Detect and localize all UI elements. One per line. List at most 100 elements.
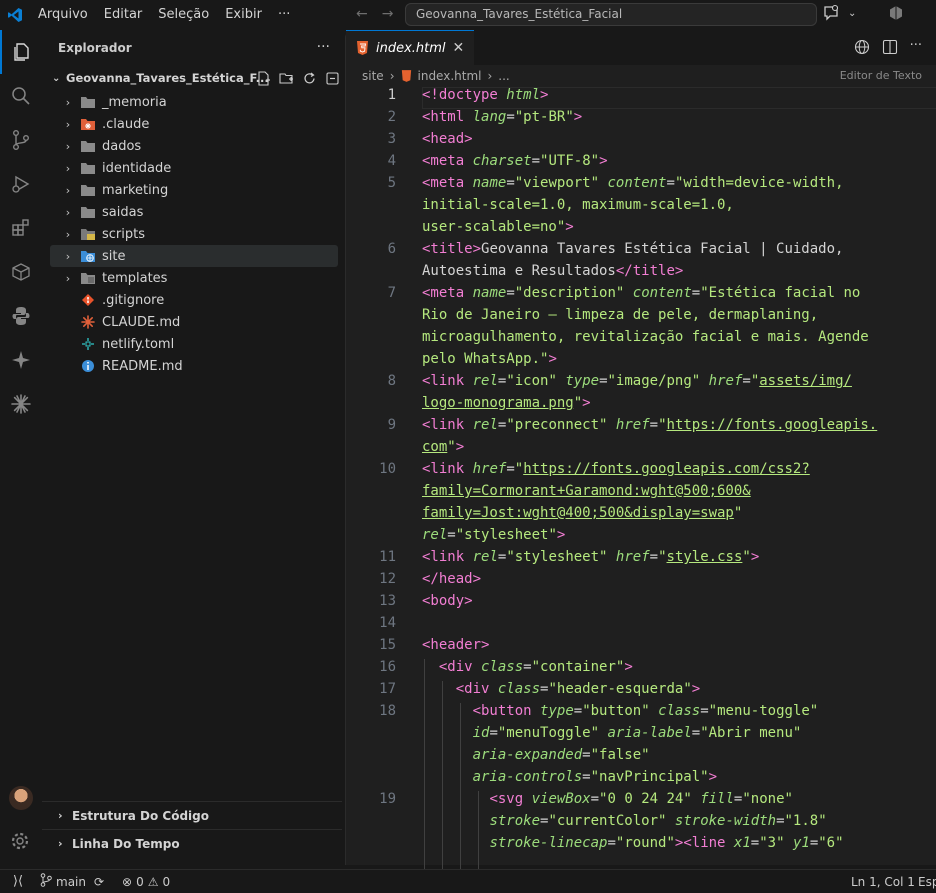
refresh-icon[interactable]: [302, 71, 317, 86]
chevron-right-icon: ›: [65, 139, 71, 153]
tree-item-saidas[interactable]: › saidas: [50, 201, 338, 223]
error-count[interactable]: 0: [136, 875, 144, 889]
tree-item-label: README.md: [102, 358, 183, 374]
error-icon[interactable]: ⊗: [122, 875, 132, 889]
code-line: <head>: [422, 131, 473, 147]
search-icon[interactable]: [0, 74, 42, 118]
close-icon[interactable]: ✕: [453, 40, 465, 56]
settings-gear-icon[interactable]: [9, 830, 31, 856]
more-actions-icon[interactable]: ···: [317, 39, 330, 55]
tree-item-label: _memoria: [102, 94, 167, 110]
tree-item-identidade[interactable]: › identidade: [50, 157, 338, 179]
line-number: 4: [387, 153, 396, 169]
more-actions-icon[interactable]: ···: [910, 39, 922, 55]
code-line: <link href="https://fonts.googleapis.com…: [422, 461, 810, 477]
tree-item-templates[interactable]: › templates: [50, 267, 338, 289]
copilot-sparkle-icon[interactable]: [0, 338, 42, 382]
tree-item-claude[interactable]: › .claude: [50, 113, 338, 135]
run-debug-icon[interactable]: [0, 162, 42, 206]
avatar[interactable]: [9, 786, 33, 810]
code-line: <title>Geovanna Tavares Estética Facial …: [422, 241, 844, 257]
new-file-icon[interactable]: [256, 70, 271, 86]
code-line: <meta charset="UTF-8">: [422, 153, 608, 169]
forward-arrow-icon[interactable]: →: [382, 6, 394, 22]
tree-item-label: dados: [102, 138, 142, 154]
tree-item-site[interactable]: › site: [50, 245, 338, 267]
chevron-down-icon: ⌄: [52, 72, 61, 84]
workspace-folder-header[interactable]: ⌄ Geovanna_Tavares_Estética_F...: [50, 67, 340, 89]
tree-item-label: saidas: [102, 204, 144, 220]
command-center[interactable]: Geovanna_Tavares_Estética_Facial: [405, 3, 817, 26]
claude-folder-icon: [80, 117, 96, 131]
breadcrumb-symbol[interactable]: ...: [498, 69, 509, 83]
tree-item-gitignore[interactable]: .gitignore: [50, 289, 338, 311]
chevron-right-icon: ›: [58, 837, 63, 850]
tree-item-dados[interactable]: › dados: [50, 135, 338, 157]
chevron-right-icon: ›: [487, 69, 493, 83]
breadcrumb-site[interactable]: site: [362, 69, 384, 83]
tree-item-memoria[interactable]: › _memoria: [50, 91, 338, 113]
remote-icon[interactable]: ⟩⟨: [0, 874, 36, 889]
menu-selecao[interactable]: Seleção: [150, 0, 217, 30]
chevron-right-icon: ›: [389, 69, 395, 83]
line-number: 1: [387, 87, 396, 103]
sync-icon[interactable]: ⟳: [94, 875, 104, 889]
menu-arquivo[interactable]: Arquivo: [30, 0, 96, 30]
tree-item-marketing[interactable]: › marketing: [50, 179, 338, 201]
tree-item-netlify-toml[interactable]: netlify.toml: [50, 333, 338, 355]
chevron-right-icon: ›: [65, 183, 71, 197]
python-icon[interactable]: [0, 294, 42, 338]
tree-item-claude-md[interactable]: CLAUDE.md: [50, 311, 338, 333]
title-actions: ⌄: [822, 4, 904, 22]
title-bar: Arquivo Editar Seleção Exibir ··· ← → Ge…: [0, 0, 936, 30]
source-control-icon[interactable]: [0, 118, 42, 162]
tree-item-label: site: [102, 248, 126, 264]
line-number: 13: [379, 593, 396, 609]
new-folder-icon[interactable]: [279, 71, 294, 86]
globe-preview-icon[interactable]: [854, 39, 870, 55]
accounts-icon[interactable]: [888, 5, 904, 21]
claude-burst-icon[interactable]: [0, 382, 42, 426]
indentation[interactable]: Esp: [918, 875, 936, 889]
line-number: 7: [387, 285, 396, 301]
menu-editar[interactable]: Editar: [96, 0, 151, 30]
breadcrumb-file[interactable]: index.html: [418, 69, 482, 83]
code-line: <link rel="stylesheet" href="style.css">: [422, 549, 760, 565]
code-line: Rio de Janeiro — limpeza de pele, dermap…: [422, 307, 819, 323]
editor-tabs: index.html ✕ ···: [346, 30, 936, 65]
outline-section[interactable]: › Estrutura Do Código: [42, 801, 342, 829]
tree-item-scripts[interactable]: › scripts: [50, 223, 338, 245]
code-line: microagulhamento, revitalização facial e…: [422, 329, 869, 345]
chevron-right-icon: ›: [65, 161, 71, 175]
containers-icon[interactable]: [0, 250, 42, 294]
code-line: <div class="container">: [438, 659, 633, 675]
back-arrow-icon[interactable]: ←: [356, 6, 368, 22]
warning-icon[interactable]: ⚠: [148, 875, 159, 889]
breadcrumb: site › index.html › ... Editor de Texto: [346, 65, 936, 87]
menu-more[interactable]: ···: [270, 0, 298, 30]
chat-icon[interactable]: [822, 4, 840, 22]
tab-index-html[interactable]: index.html ✕: [346, 30, 475, 65]
cursor-position[interactable]: Ln 1, Col 1: [851, 875, 915, 889]
line-number: 9: [387, 417, 396, 433]
warning-count[interactable]: 0: [163, 875, 171, 889]
code-line: <link rel="icon" type="image/png" href="…: [422, 373, 852, 389]
line-number: 8: [387, 373, 396, 389]
code-line: <!doctype html>: [422, 87, 549, 103]
tree-item-readme-md[interactable]: README.md: [50, 355, 338, 377]
timeline-section[interactable]: › Linha Do Tempo: [42, 829, 342, 857]
code-line: aria-controls="navPrincipal">: [472, 769, 718, 785]
menu-exibir[interactable]: Exibir: [217, 0, 270, 30]
code-line: <html lang="pt-BR">: [422, 109, 583, 125]
branch-name[interactable]: main: [56, 875, 86, 889]
extensions-icon[interactable]: [0, 206, 42, 250]
folder-globe-icon: [80, 249, 96, 263]
collapse-all-icon[interactable]: [325, 71, 340, 86]
code-line: com">: [422, 439, 465, 455]
code-line: <svg viewBox="0 0 24 24" fill="none": [489, 791, 793, 807]
chevron-down-icon[interactable]: ⌄: [848, 8, 856, 19]
html5-icon: [357, 41, 368, 55]
split-editor-icon[interactable]: [882, 39, 898, 55]
code-line: family=Cormorant+Garamond:wght@500;600&: [422, 483, 751, 499]
explorer-icon[interactable]: [0, 30, 42, 74]
